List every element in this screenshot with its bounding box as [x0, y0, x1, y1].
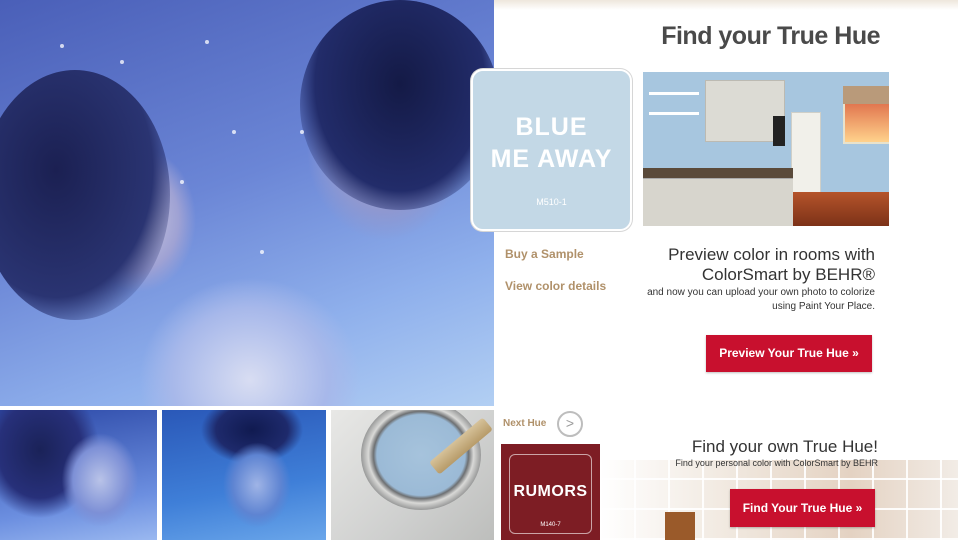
swatch-name: BLUE ME AWAY	[473, 111, 630, 175]
kitchen-lower-cabinet	[643, 178, 793, 226]
header-fade	[494, 0, 958, 10]
preview-heading: Preview color in rooms with ColorSmart b…	[600, 245, 875, 285]
bubble	[60, 44, 64, 48]
swatch-name-line1: BLUE	[515, 113, 588, 141]
bubble	[120, 60, 124, 64]
hero-photo	[0, 0, 494, 406]
find-own-heading: Find your own True Hue!	[691, 437, 878, 456]
bubble	[232, 130, 236, 134]
preview-heading-line1: Preview color in rooms with	[668, 245, 875, 264]
thumbnail-photo-1[interactable]	[0, 410, 157, 540]
color-swatch-card[interactable]: BLUE ME AWAY M510-1	[471, 69, 632, 231]
next-hue-label[interactable]: Next Hue	[503, 418, 546, 429]
bubble	[205, 40, 209, 44]
kitchen-chalkboard	[773, 116, 785, 146]
find-true-hue-button[interactable]: Find Your True Hue »	[730, 489, 875, 527]
hero-figure-right	[300, 0, 494, 210]
thumbnail-paint-can[interactable]	[331, 410, 494, 540]
thumbnail-photo-2[interactable]	[162, 410, 326, 540]
color-chip	[665, 512, 695, 540]
preview-subtext: and now you can upload your own photo to…	[600, 286, 875, 314]
room-preview-image[interactable]	[643, 72, 889, 226]
next-hue-code: M140-7	[540, 522, 561, 528]
preview-subtext-line2: using Paint Your Place.	[772, 301, 875, 312]
next-hue-swatch[interactable]: RUMORS M140-7	[501, 444, 600, 540]
preview-heading-line2: ColorSmart by BEHR®	[701, 265, 875, 284]
kitchen-curtain	[843, 86, 889, 104]
bubble	[180, 180, 184, 184]
swatch-name-line2: ME AWAY	[490, 145, 613, 173]
buy-sample-link[interactable]: Buy a Sample	[505, 247, 584, 261]
bubble	[300, 130, 304, 134]
next-arrow-icon[interactable]: >	[557, 411, 583, 437]
hero-figure-left	[0, 70, 170, 320]
find-own-subtext: Find your personal color with ColorSmart…	[675, 458, 878, 468]
bubble	[260, 250, 264, 254]
kitchen-shelf	[649, 92, 699, 95]
kitchen-door	[791, 112, 821, 204]
kitchen-shelf	[649, 112, 699, 115]
paint-can-image	[361, 410, 481, 510]
kitchen-counter	[643, 168, 793, 178]
next-hue-name: RUMORS	[513, 483, 588, 500]
preview-true-hue-button[interactable]: Preview Your True Hue »	[706, 335, 872, 372]
page-title: Find your True Hue	[661, 22, 880, 50]
swatch-code: M510-1	[536, 197, 567, 207]
view-color-details-link[interactable]: View color details	[505, 279, 606, 293]
preview-subtext-line1: and now you can upload your own photo to…	[647, 287, 875, 298]
